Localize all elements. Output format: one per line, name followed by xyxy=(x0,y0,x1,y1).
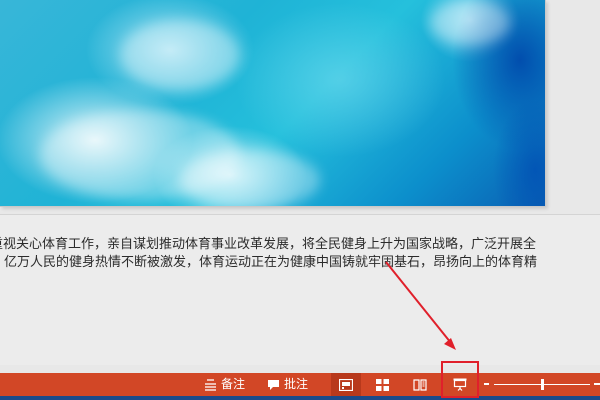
notes-pane[interactable]: 重视关心体育工作，亲自谋划推动体育事业改革发展，将全民健身上升为国家战略，广泛开… xyxy=(0,214,600,365)
cloud-shape xyxy=(120,20,240,90)
notes-icon xyxy=(205,378,216,391)
grid-icon xyxy=(375,378,389,391)
status-bar: 备注 批注 xyxy=(0,373,600,396)
zoom-out-button[interactable] xyxy=(484,383,489,385)
zoom-in-button[interactable] xyxy=(594,383,600,385)
comment-icon xyxy=(268,379,279,390)
notes-text-line: 重视关心体育工作，亲自谋划推动体育事业改革发展，将全民健身上升为国家战略，广泛开… xyxy=(0,237,537,252)
book-icon xyxy=(413,378,427,391)
normal-view-button[interactable] xyxy=(331,373,361,396)
notes-text-line: 亿万人民的健身热情不断被激发，体育运动正在为健康中国铸就牢固基石，昂扬向上的体育… xyxy=(4,255,538,270)
annotation-highlight-box xyxy=(441,361,479,398)
presentation-window: 重视关心体育工作，亲自谋划推动体育事业改革发展，将全民健身上升为国家战略，广泛开… xyxy=(0,0,600,400)
comments-label: 批注 xyxy=(284,377,309,391)
zoom-slider[interactable] xyxy=(484,373,600,396)
notes-label: 备注 xyxy=(221,377,246,391)
slide-canvas[interactable] xyxy=(0,0,546,207)
comments-button[interactable]: 批注 xyxy=(267,373,308,396)
slide-sorter-view-button[interactable] xyxy=(367,373,397,396)
cloud-shape xyxy=(180,150,320,206)
cloud-shape xyxy=(430,0,510,45)
normal-view-icon xyxy=(339,378,353,391)
notes-button[interactable]: 备注 xyxy=(204,373,245,396)
zoom-thumb[interactable] xyxy=(540,379,544,390)
taskbar-edge xyxy=(0,396,600,400)
reading-view-button[interactable] xyxy=(405,373,435,396)
